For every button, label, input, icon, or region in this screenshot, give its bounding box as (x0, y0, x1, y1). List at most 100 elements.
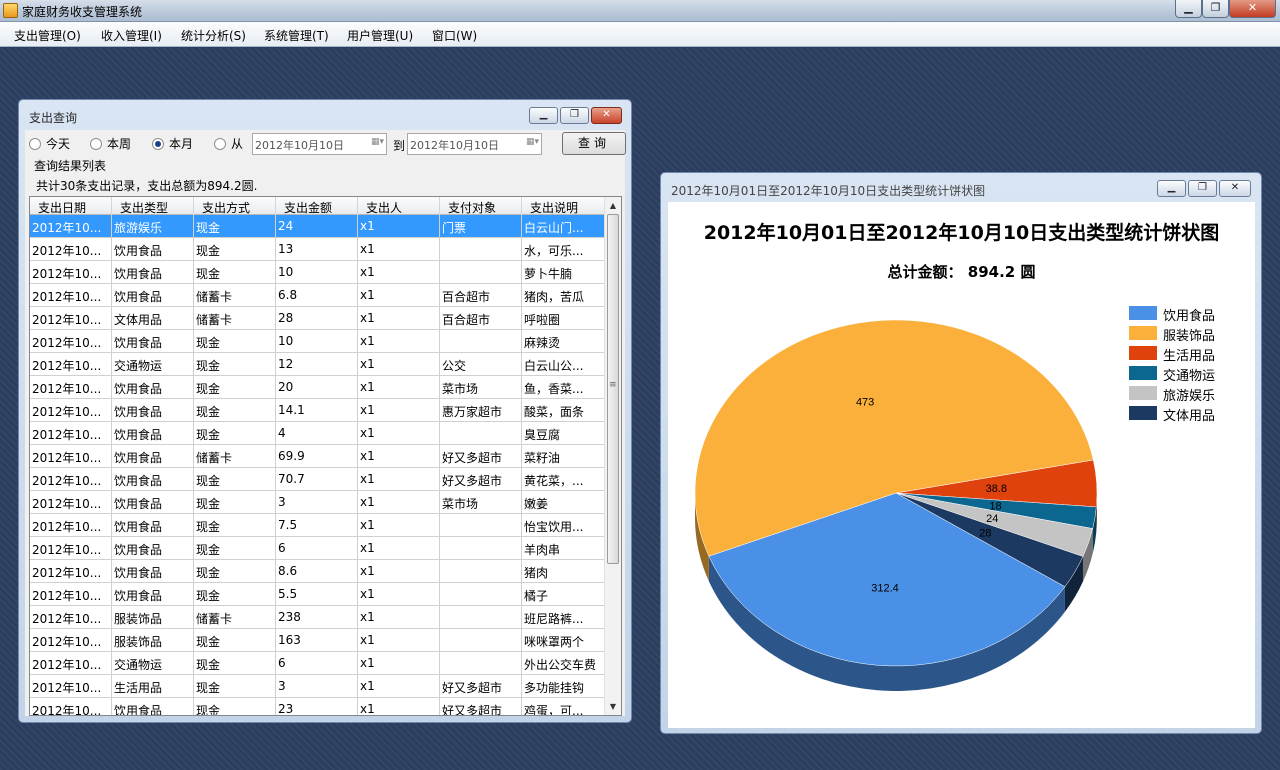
table-cell: 现金 (194, 491, 276, 514)
table-row[interactable]: 2012年10... 饮用食品 现金 14.1 x1 惠万家超市 酸菜，面条 (30, 399, 606, 422)
menu-window[interactable]: 窗口(W) (432, 27, 477, 44)
table-row[interactable]: 2012年10... 饮用食品 现金 7.5 x1 怡宝饮用... (30, 514, 606, 537)
menu-statistics[interactable]: 统计分析(S) (181, 27, 246, 44)
menu-user[interactable]: 用户管理(U) (347, 27, 413, 44)
menu-income[interactable]: 收入管理(I) (101, 27, 162, 44)
table-row[interactable]: 2012年10... 饮用食品 储蓄卡 6.8 x1 百合超市 猪肉，苦瓜 (30, 284, 606, 307)
radio-from[interactable]: 从 (214, 137, 243, 151)
pie-chart-window: 2012年10月01日至2012年10月10日支出类型统计饼状图 ▁ ❐ ✕ 2… (660, 172, 1262, 734)
table-cell: 储蓄卡 (194, 606, 276, 629)
table-row[interactable]: 2012年10... 饮用食品 现金 3 x1 菜市场 嫩姜 (30, 491, 606, 514)
table-cell: 饮用食品 (112, 422, 194, 445)
table-cell: 班尼路裤... (522, 606, 606, 629)
table-cell: 2012年10... (30, 215, 112, 238)
query-minimize-button[interactable]: ▁ (529, 107, 558, 124)
pie-slice-label: 18 (989, 500, 1001, 512)
table-cell: 163 (276, 629, 358, 652)
table-row[interactable]: 2012年10... 生活用品 现金 3 x1 好又多超市 多功能挂钩 (30, 675, 606, 698)
expense-table[interactable]: 支出日期 支出类型 支出方式 支出金额 支出人 支付对象 支出说明 2012年10... 旅游… (29, 196, 622, 716)
radio-today[interactable]: 今天 (29, 137, 70, 151)
chart-minimize-button[interactable]: ▁ (1157, 180, 1186, 197)
menu-expense[interactable]: 支出管理(O) (14, 27, 81, 44)
table-cell: 水，可乐... (522, 238, 606, 261)
table-cell: x1 (358, 652, 440, 675)
menu-system[interactable]: 系统管理(T) (264, 27, 329, 44)
column-header[interactable]: 支出类型 (112, 197, 194, 215)
table-cell: 酸菜，面条 (522, 399, 606, 422)
column-header[interactable]: 支出说明 (522, 197, 606, 215)
radio-this-week[interactable]: 本周 (90, 137, 131, 151)
table-cell: 饮用食品 (112, 284, 194, 307)
table-row[interactable]: 2012年10... 服装饰品 现金 163 x1 咪咪罩两个 (30, 629, 606, 652)
column-header[interactable]: 支付对象 (440, 197, 522, 215)
minimize-button[interactable]: ▁ (1175, 0, 1202, 18)
table-row[interactable]: 2012年10... 饮用食品 储蓄卡 69.9 x1 好又多超市 菜籽油 (30, 445, 606, 468)
column-header[interactable]: 支出人 (358, 197, 440, 215)
radio-circle-checked (152, 138, 164, 150)
calendar-dropdown-icon[interactable]: ▦▾ (519, 137, 539, 151)
app-title: 家庭财务收支管理系统 (22, 5, 143, 19)
table-cell: 麻辣烫 (522, 330, 606, 353)
table-cell: 饮用食品 (112, 560, 194, 583)
column-header[interactable]: 支出金额 (276, 197, 358, 215)
table-row[interactable]: 2012年10... 饮用食品 现金 20 x1 菜市场 鱼，香菜... (30, 376, 606, 399)
table-row[interactable]: 2012年10... 饮用食品 现金 8.6 x1 猪肉 (30, 560, 606, 583)
table-cell: x1 (358, 514, 440, 537)
table-cell: 怡宝饮用... (522, 514, 606, 537)
scroll-down-arrow-icon[interactable]: ▼ (605, 698, 621, 715)
pie-slice-label: 473 (856, 397, 874, 409)
column-header[interactable]: 支出日期 (30, 197, 112, 215)
table-cell: 好又多超市 (440, 468, 522, 491)
table-row[interactable]: 2012年10... 饮用食品 现金 4 x1 臭豆腐 (30, 422, 606, 445)
table-cell (440, 652, 522, 675)
date-from-picker[interactable]: 2012年10月10日 ▦▾ (252, 133, 387, 155)
scroll-up-arrow-icon[interactable]: ▲ (605, 197, 621, 214)
table-cell: 储蓄卡 (194, 284, 276, 307)
scrollbar-thumb[interactable]: ≡ (607, 214, 619, 564)
date-to-picker[interactable]: 2012年10月10日 ▦▾ (407, 133, 542, 155)
table-row[interactable]: 2012年10... 服装饰品 储蓄卡 238 x1 班尼路裤... (30, 606, 606, 629)
table-row[interactable]: 2012年10... 饮用食品 现金 70.7 x1 好又多超市 黄花菜，... (30, 468, 606, 491)
query-window-title: 支出查询 (29, 111, 78, 125)
table-cell: 现金 (194, 261, 276, 284)
table-row[interactable]: 2012年10... 饮用食品 现金 10 x1 麻辣烫 (30, 330, 606, 353)
table-cell: 饮用食品 (112, 238, 194, 261)
table-row[interactable]: 2012年10... 饮用食品 现金 6 x1 羊肉串 (30, 537, 606, 560)
table-cell: x1 (358, 376, 440, 399)
table-cell: 2012年10... (30, 330, 112, 353)
table-cell: 2012年10... (30, 675, 112, 698)
close-button[interactable]: ✕ (1229, 0, 1276, 18)
radio-this-month[interactable]: 本月 (152, 137, 193, 151)
table-row[interactable]: 2012年10... 饮用食品 现金 5.5 x1 橘子 (30, 583, 606, 606)
restore-button[interactable]: ❐ (1202, 0, 1229, 18)
table-cell: 2012年10... (30, 238, 112, 261)
table-cell: 储蓄卡 (194, 445, 276, 468)
table-row[interactable]: 2012年10... 交通物运 现金 6 x1 外出公交车费 (30, 652, 606, 675)
table-cell: 现金 (194, 675, 276, 698)
table-cell: 6 (276, 652, 358, 675)
table-cell (440, 560, 522, 583)
vertical-scrollbar[interactable]: ▲ ≡ ▼ (604, 197, 621, 715)
table-row[interactable]: 2012年10... 饮用食品 现金 23 x1 好又多超市 鸡蛋，可... (30, 698, 606, 715)
table-cell: 公交 (440, 353, 522, 376)
table-cell: x1 (358, 284, 440, 307)
table-cell (440, 261, 522, 284)
table-row[interactable]: 2012年10... 旅游娱乐 现金 24 x1 门票 白云山门... (30, 215, 606, 238)
table-row[interactable]: 2012年10... 文体用品 储蓄卡 28 x1 百合超市 呼啦圈 (30, 307, 606, 330)
table-row[interactable]: 2012年10... 交通物运 现金 12 x1 公交 白云山公... (30, 353, 606, 376)
table-cell (440, 537, 522, 560)
table-cell: 2012年10... (30, 491, 112, 514)
chart-restore-button[interactable]: ❐ (1188, 180, 1217, 197)
table-row[interactable]: 2012年10... 饮用食品 现金 10 x1 萝卜牛腩 (30, 261, 606, 284)
column-header[interactable]: 支出方式 (194, 197, 276, 215)
chart-close-button[interactable]: ✕ (1219, 180, 1251, 197)
calendar-dropdown-icon[interactable]: ▦▾ (364, 137, 384, 151)
query-button[interactable]: 查询 (562, 132, 626, 155)
table-row[interactable]: 2012年10... 饮用食品 现金 13 x1 水，可乐... (30, 238, 606, 261)
table-cell: 2012年10... (30, 399, 112, 422)
query-restore-button[interactable]: ❐ (560, 107, 589, 124)
table-cell: x1 (358, 238, 440, 261)
query-close-button[interactable]: ✕ (591, 107, 622, 124)
table-cell: x1 (358, 537, 440, 560)
table-cell: 10 (276, 330, 358, 353)
